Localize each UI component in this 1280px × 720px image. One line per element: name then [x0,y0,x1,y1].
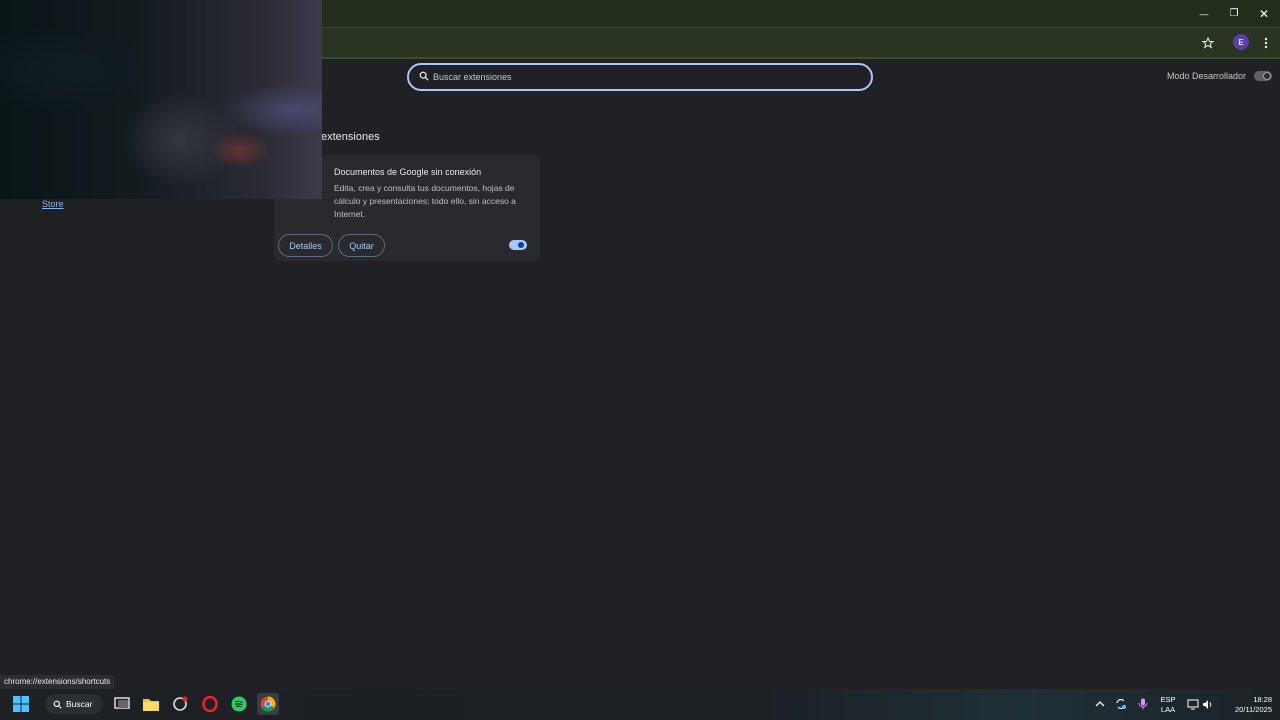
windows-taskbar [0,689,1280,720]
chatgpt-app-icon[interactable] [169,693,191,715]
developer-mode-label: Modo Desarrollador [1167,71,1247,81]
developer-mode-toggle[interactable] [1254,71,1272,81]
language-code: ESP [1160,695,1176,704]
microphone-icon[interactable] [1132,693,1154,715]
remove-button[interactable]: Quitar [338,234,385,257]
extension-description: Edita, crea y consulta tus documentos, h… [334,183,516,219]
clock-time: 18:28 [1253,695,1272,704]
extension-name: Documentos de Google sin conexión [334,167,482,177]
taskbar-search-button[interactable]: Buscar [45,694,103,714]
opera-icon[interactable] [199,693,221,715]
keyboard-language-indicator[interactable]: ESP LAA [1158,695,1178,715]
maximize-button[interactable]: ❐ [1218,0,1250,27]
status-bar-url: chrome://extensions/shortcuts [0,675,115,689]
task-view-icon[interactable] [111,693,133,715]
details-button[interactable]: Detalles [278,234,333,257]
search-extensions-box[interactable] [407,63,873,91]
clock-date: 20/11/2025 [1235,705,1272,714]
section-heading: extensiones [321,131,380,143]
profile-avatar[interactable]: E [1233,34,1249,50]
search-icon [419,68,429,86]
spotify-icon[interactable] [228,693,250,715]
layout-code: LAA [1160,705,1176,714]
sync-icon[interactable] [1110,693,1132,715]
volume-icon[interactable] [1197,693,1219,715]
kebab-menu-icon[interactable] [1257,34,1275,52]
clock[interactable]: 18:28 20/11/2025 [1222,695,1272,715]
chrome-icon[interactable] [257,693,279,715]
store-link[interactable]: Store [42,199,64,209]
video-overlay-image [0,0,322,199]
bookmark-star-icon[interactable] [1199,34,1217,52]
file-explorer-icon[interactable] [140,693,162,715]
search-input[interactable] [433,72,833,82]
close-window-button[interactable]: ✕ [1248,0,1280,27]
taskbar-search-label: Buscar [66,699,93,709]
extension-enable-toggle[interactable] [509,240,527,250]
minimize-button[interactable]: — [1188,0,1220,27]
chevron-up-icon[interactable] [1089,693,1111,715]
search-icon [53,700,62,709]
windows-start-icon[interactable] [10,693,32,715]
